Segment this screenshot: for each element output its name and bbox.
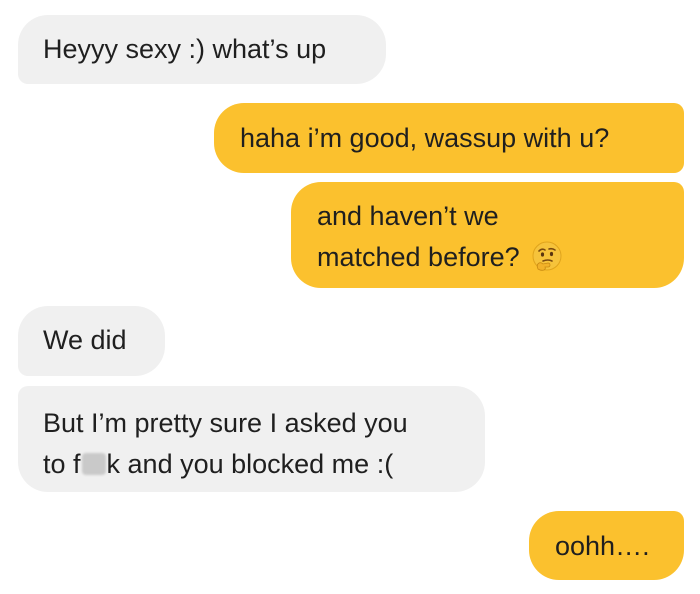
incoming-message-bubble[interactable]: But I’m pretty sure I asked you to f k an… (18, 386, 485, 492)
message-text-line-with-emoji: matched before? (317, 237, 684, 278)
message-text-fragment: k and you blocked me :( (106, 449, 394, 479)
outgoing-message-bubble[interactable]: oohh…. (529, 511, 684, 580)
message-text-line: matched before? (317, 242, 520, 272)
incoming-message-bubble[interactable]: We did (18, 306, 165, 376)
message-text-line: and haven’t we (317, 201, 499, 231)
message-thread: Heyyy sexy :) what’s up haha i’m good, w… (0, 0, 700, 594)
message-text-line: But I’m pretty sure I asked you (43, 408, 408, 438)
message-text: haha i’m good, wassup with u? (240, 123, 610, 153)
message-text: Heyyy sexy :) what’s up (43, 34, 327, 64)
message-text: We did (43, 325, 127, 355)
outgoing-message-bubble[interactable]: and haven’t we matched before? (291, 182, 684, 288)
outgoing-message-bubble[interactable]: haha i’m good, wassup with u? (214, 103, 684, 173)
message-text-fragment: to f (43, 449, 81, 479)
incoming-message-bubble[interactable]: Heyyy sexy :) what’s up (18, 15, 386, 84)
thinking-face-icon (532, 241, 562, 271)
message-text-line-censored: to f k and you blocked me :( (43, 444, 485, 485)
message-text: oohh…. (555, 531, 650, 561)
redaction-blur (81, 453, 106, 475)
